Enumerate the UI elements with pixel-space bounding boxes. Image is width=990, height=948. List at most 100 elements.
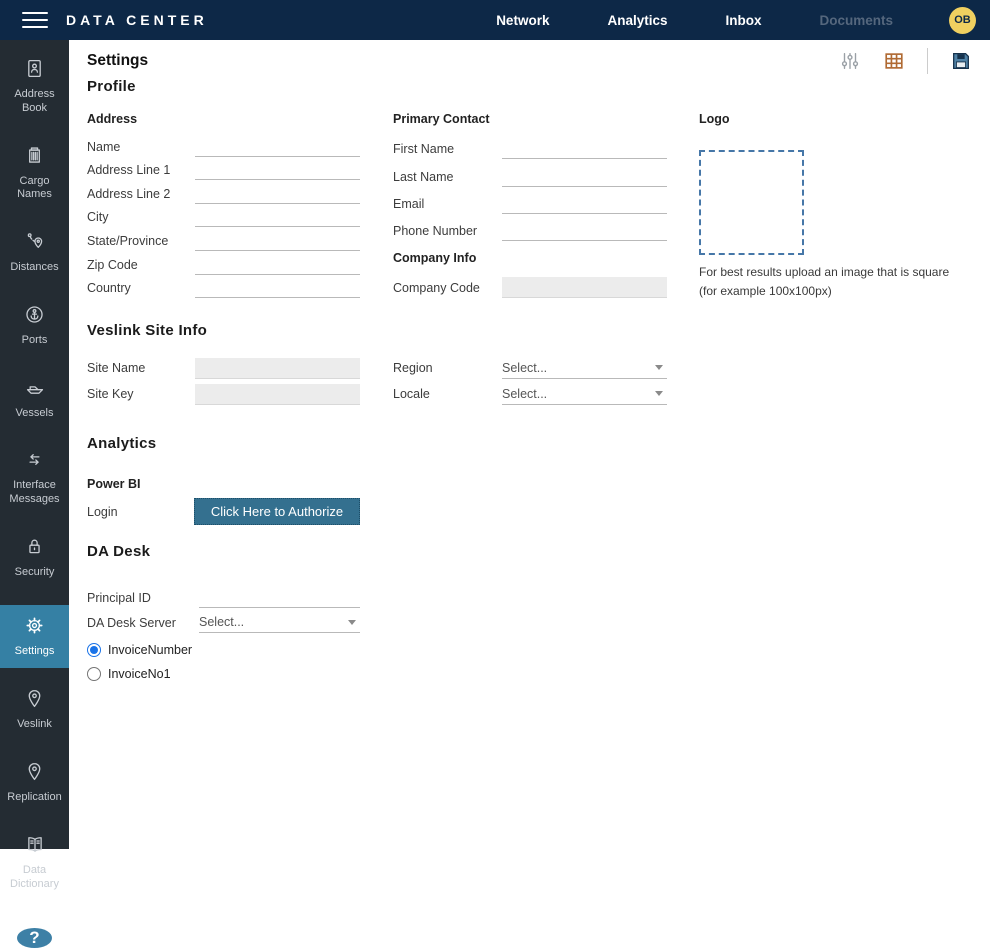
address-heading: Address xyxy=(87,112,379,126)
address-line-2-input[interactable] xyxy=(195,185,360,204)
invoice-no1-radio-row[interactable]: InvoiceNo1 xyxy=(87,667,990,681)
top-bar: DATA CENTER Network Analytics Inbox Docu… xyxy=(0,0,990,40)
nav-item-network[interactable]: Network xyxy=(496,13,549,28)
locale-label: Locale xyxy=(393,387,502,401)
company-code-input xyxy=(502,277,667,298)
address-line-2-label: Address Line 2 xyxy=(87,187,195,204)
veslink-right-column: Region Select... Locale Select... xyxy=(393,355,667,407)
profile-section: Address Name Address Line 1 Address Line… xyxy=(69,112,990,310)
chevron-down-icon xyxy=(655,365,663,370)
invoice-number-radio-row[interactable]: InvoiceNumber xyxy=(87,643,990,657)
principal-id-label: Principal ID xyxy=(87,591,199,608)
sidebar-item-label: Security xyxy=(15,566,55,580)
site-key-label: Site Key xyxy=(87,387,195,401)
sidebar-item-security[interactable]: Security xyxy=(0,532,69,584)
principal-id-input[interactable] xyxy=(199,589,360,608)
sidebar-item-settings[interactable]: Settings xyxy=(0,605,69,669)
email-input[interactable] xyxy=(502,195,667,214)
save-icon[interactable] xyxy=(950,50,972,72)
ports-icon xyxy=(24,304,45,330)
region-label: Region xyxy=(393,361,502,375)
veslink-section: Site Name Site Key Region Select... Loca… xyxy=(87,355,990,411)
login-label: Login xyxy=(87,505,194,519)
sidebar-item-label: Ports xyxy=(22,334,48,348)
interface-messages-icon xyxy=(24,449,45,475)
logo-dropzone[interactable] xyxy=(699,150,804,255)
nav-item-analytics[interactable]: Analytics xyxy=(607,13,667,28)
zip-code-input[interactable] xyxy=(195,256,360,275)
phone-number-input[interactable] xyxy=(502,222,667,241)
site-key-input xyxy=(195,384,360,405)
logo-heading: Logo xyxy=(699,112,971,126)
locale-select-value: Select... xyxy=(502,387,547,401)
sidebar-item-distances[interactable]: Distances xyxy=(0,227,69,279)
grid-icon[interactable] xyxy=(883,50,905,72)
sidebar-item-data-dictionary[interactable]: Data Dictionary xyxy=(0,830,69,896)
sidebar-item-label: Replication xyxy=(7,791,61,805)
help-button[interactable]: ? xyxy=(17,928,52,948)
da-desk-server-label: DA Desk Server xyxy=(87,616,199,633)
section-title-veslink-site-info: Veslink Site Info xyxy=(87,322,990,339)
logo-hint: For best results upload an image that is… xyxy=(699,263,969,300)
address-line-1-label: Address Line 1 xyxy=(87,163,195,180)
city-input[interactable] xyxy=(195,208,360,227)
site-name-label: Site Name xyxy=(87,361,195,375)
sidebar-item-label: Data Dictionary xyxy=(4,864,66,892)
nav-item-inbox[interactable]: Inbox xyxy=(725,13,761,28)
filter-icon[interactable] xyxy=(839,50,861,72)
authorize-button[interactable]: Click Here to Authorize xyxy=(194,498,360,525)
sidebar: Address Book Cargo Names Distances Ports… xyxy=(0,40,69,849)
city-label: City xyxy=(87,210,195,227)
primary-contact-column: Primary Contact First Name Last Name Ema… xyxy=(393,112,679,298)
sidebar-item-cargo-names[interactable]: Cargo Names xyxy=(0,141,69,207)
sidebar-item-label: Distances xyxy=(10,261,58,275)
invoice-number-radio[interactable] xyxy=(87,643,101,657)
first-name-label: First Name xyxy=(393,142,502,159)
name-input[interactable] xyxy=(195,138,360,157)
sidebar-item-vessels[interactable]: Vessels xyxy=(0,373,69,425)
name-label: Name xyxy=(87,140,195,157)
distances-icon xyxy=(24,231,45,257)
first-name-input[interactable] xyxy=(502,140,667,159)
address-line-1-input[interactable] xyxy=(195,161,360,180)
company-info-heading: Company Info xyxy=(393,251,679,265)
address-column: Address Name Address Line 1 Address Line… xyxy=(87,112,379,298)
last-name-input[interactable] xyxy=(502,168,667,187)
sidebar-item-label: Vessels xyxy=(16,407,54,421)
data-dictionary-icon xyxy=(24,834,46,860)
veslink-left-column: Site Name Site Key xyxy=(87,355,360,407)
locale-select[interactable]: Select... xyxy=(502,384,667,405)
sidebar-item-replication[interactable]: Replication xyxy=(0,757,69,809)
section-title-profile: Profile xyxy=(87,78,990,95)
hamburger-menu-icon[interactable] xyxy=(22,7,48,33)
security-icon xyxy=(24,536,45,562)
sidebar-item-interface-messages[interactable]: Interface Messages xyxy=(0,445,69,511)
region-select-value: Select... xyxy=(502,361,547,375)
page-header: Settings xyxy=(69,40,990,72)
primary-contact-heading: Primary Contact xyxy=(393,112,679,126)
site-name-input xyxy=(195,358,360,379)
da-desk-server-value: Select... xyxy=(199,615,244,629)
settings-icon xyxy=(24,615,45,641)
sidebar-item-veslink[interactable]: Veslink xyxy=(0,684,69,736)
chevron-down-icon xyxy=(348,620,356,625)
country-input[interactable] xyxy=(195,279,360,298)
sidebar-item-address-book[interactable]: Address Book xyxy=(0,54,69,120)
page-title: Settings xyxy=(87,52,148,70)
invoice-no1-radio[interactable] xyxy=(87,667,101,681)
company-code-label: Company Code xyxy=(393,281,502,298)
sidebar-item-ports[interactable]: Ports xyxy=(0,300,69,352)
logo-column: Logo For best results upload an image th… xyxy=(699,112,971,300)
sidebar-item-label: Settings xyxy=(15,645,55,659)
logo-hint-line1: For best results upload an image that is… xyxy=(699,265,949,279)
login-row: Login Click Here to Authorize xyxy=(87,498,990,525)
user-avatar[interactable]: OB xyxy=(949,7,976,34)
nav-item-documents[interactable]: Documents xyxy=(819,13,893,28)
da-desk-section: Principal ID DA Desk Server Select... In… xyxy=(87,583,990,681)
da-desk-server-select[interactable]: Select... xyxy=(199,612,360,633)
sidebar-item-label: Veslink xyxy=(17,718,52,732)
invoice-number-radio-label: InvoiceNumber xyxy=(108,643,192,657)
state-province-input[interactable] xyxy=(195,232,360,251)
region-select[interactable]: Select... xyxy=(502,358,667,379)
app-title: DATA CENTER xyxy=(66,12,208,28)
